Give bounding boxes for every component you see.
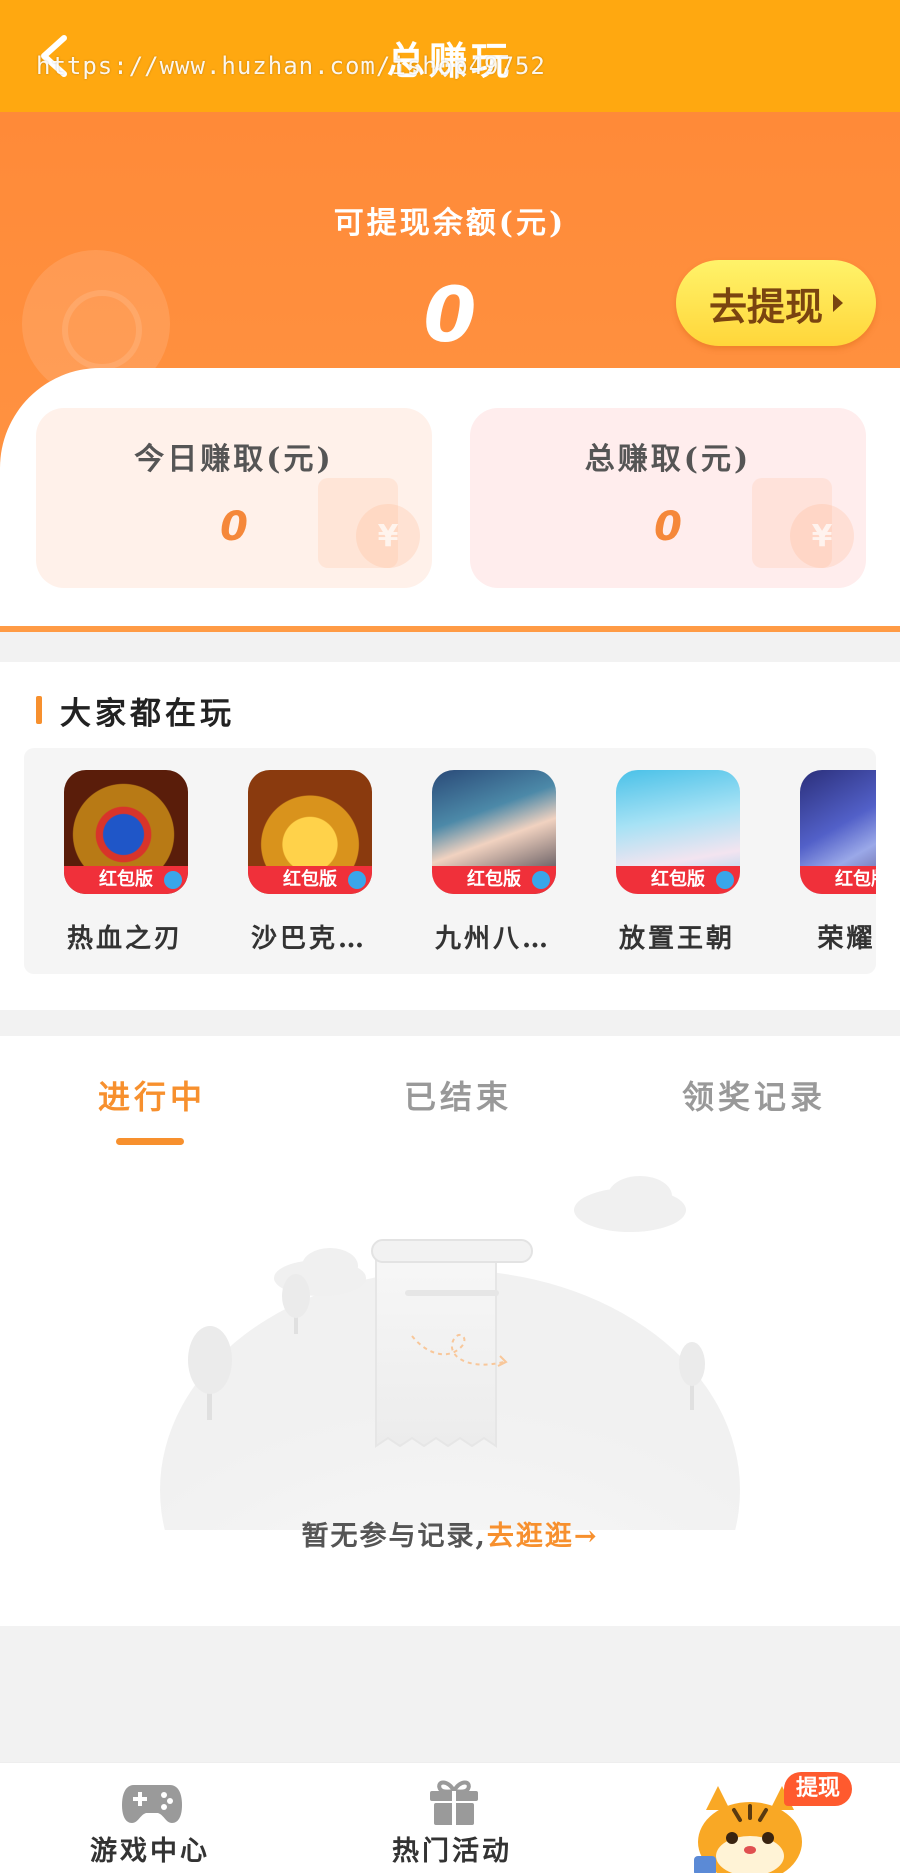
hongbao-badge: 红包版 [800,866,876,894]
hongbao-badge: 红包版 [616,866,740,894]
game-icon: 红包版 [800,770,876,894]
gamepad-icon [122,1785,182,1823]
browse-link[interactable]: 去逛逛→ [487,1521,599,1552]
total-earnings-label: 总赚取(元) [584,442,752,477]
hongbao-badge: 红包版 [64,866,188,894]
game-name: 沙巴克… [250,924,367,954]
hongbao-badge: 红包版 [432,866,556,894]
game-icon: 红包版 [64,770,188,894]
withdraw-badge: 提现 [784,1772,852,1806]
game-icon: 红包版 [432,770,556,894]
game-name: 热血之刃 [66,924,183,954]
hongbao-badge: 红包版 [248,866,372,894]
today-earnings-label: 今日赚取(元) [134,442,334,477]
section-title: 大家都在玩 [60,696,235,732]
empty-state-text: 暂无参与记录, [301,1521,487,1552]
today-earnings-box: 今日赚取(元) 0 ¥ [36,408,432,588]
watermark-text: https://www.huzhan.com/ishop49752 [36,52,546,80]
nav-hot-events-label: 热门活动 [392,1836,512,1867]
total-earnings-box: 总赚取(元) 0 ¥ [470,408,866,588]
nav-game-center-label: 游戏中心 [90,1836,210,1867]
popular-games-section: 大家都在玩 红包版 热血之刃 红包版 沙巴克… 红包版 九州八… 红包版 放置王… [0,662,900,1010]
game-name: 荣耀岭 [817,924,876,954]
nav-hot-events[interactable]: 热门活动 [382,1763,522,1873]
game-icon: 红包版 [248,770,372,894]
nav-withdraw-mascot[interactable]: 提现 [690,1772,860,1873]
empty-scroll-illustration [160,1176,740,1530]
games-carousel[interactable]: 红包版 热血之刃 红包版 沙巴克… 红包版 九州八… 红包版 放置王朝 红包版 [24,748,876,974]
game-name: 九州八… [434,924,551,954]
play-arrow-icon [833,294,843,312]
withdraw-button-label: 去提现 [708,284,823,329]
gift-icon [430,1780,478,1825]
balance-label: 可提现余额(元) [333,206,567,241]
active-tab-indicator [116,1138,184,1145]
withdraw-button[interactable]: 去提现 [676,260,876,346]
section-accent-bar [36,696,42,724]
empty-state-message: 暂无参与记录,去逛逛→ [0,1514,900,1553]
game-name: 放置王朝 [618,924,735,954]
coin-stack-icon: ¥ [752,478,854,578]
nav-game-center[interactable]: 游戏中心 [80,1763,220,1873]
app-header: 总赚玩 https://www.huzhan.com/ishop49752 [0,0,900,112]
tab-ended[interactable]: 已结束 [404,1072,512,1118]
coin-stack-icon: ¥ [318,478,420,578]
tab-reward-history[interactable]: 领奖记录 [682,1072,826,1118]
game-icon: 红包版 [616,770,740,894]
tab-in-progress[interactable]: 进行中 [98,1072,206,1118]
records-section: 进行中 已结束 领奖记录 暂无参与记录,去逛逛→ [0,1036,900,1626]
